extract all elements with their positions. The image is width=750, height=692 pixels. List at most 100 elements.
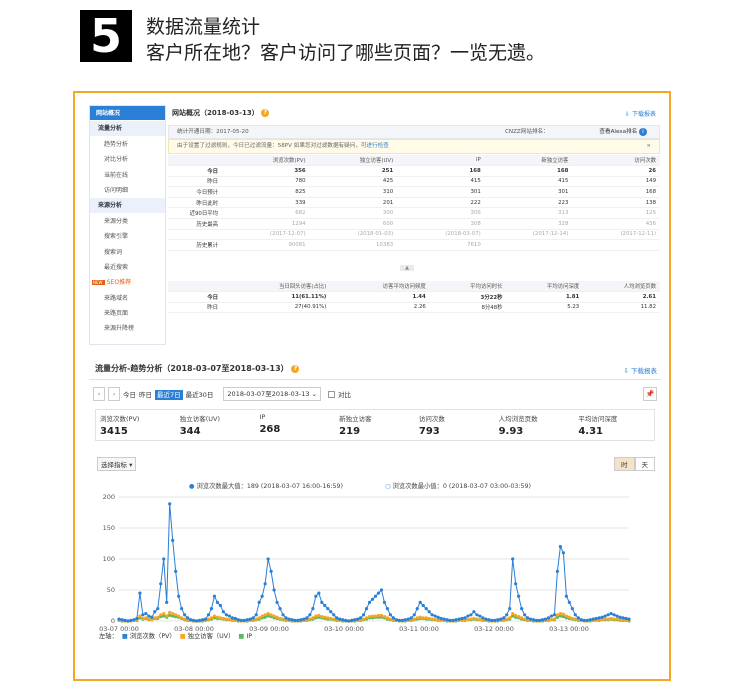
- data-point[interactable]: [212, 594, 217, 598]
- data-point[interactable]: [367, 600, 372, 604]
- data-point[interactable]: [150, 615, 154, 619]
- data-point[interactable]: [615, 617, 619, 621]
- data-point[interactable]: [370, 614, 375, 618]
- data-point[interactable]: [523, 617, 527, 621]
- data-point[interactable]: [475, 613, 479, 617]
- data-point[interactable]: [612, 613, 616, 617]
- quick-range-昨日[interactable]: 昨日: [139, 391, 152, 399]
- data-point[interactable]: [278, 616, 282, 621]
- sidebar-item-4[interactable]: 当前在线: [90, 168, 165, 183]
- data-point[interactable]: [194, 619, 199, 623]
- data-point[interactable]: [209, 607, 214, 611]
- data-point[interactable]: [591, 617, 595, 621]
- data-point[interactable]: [490, 618, 494, 622]
- data-point[interactable]: [141, 616, 145, 621]
- data-point[interactable]: [320, 600, 324, 604]
- data-point[interactable]: [421, 603, 425, 608]
- data-point[interactable]: [400, 618, 404, 622]
- data-point[interactable]: [147, 614, 151, 618]
- data-point[interactable]: [385, 616, 390, 620]
- data-point[interactable]: [355, 617, 360, 621]
- data-point[interactable]: [227, 618, 231, 622]
- data-point[interactable]: [293, 618, 297, 622]
- data-point[interactable]: [403, 618, 407, 622]
- data-point[interactable]: [472, 616, 476, 621]
- data-point[interactable]: [269, 569, 273, 573]
- data-point[interactable]: [275, 615, 279, 619]
- sidebar-item-7[interactable]: 来源分类: [90, 214, 165, 230]
- data-point[interactable]: [266, 611, 270, 616]
- data-point[interactable]: [469, 617, 473, 621]
- data-point[interactable]: [525, 616, 530, 620]
- data-point[interactable]: [206, 613, 211, 617]
- data-point[interactable]: [275, 600, 279, 604]
- data-point[interactable]: [299, 618, 303, 622]
- data-point[interactable]: [606, 617, 610, 621]
- data-point[interactable]: [493, 618, 497, 622]
- data-point[interactable]: [174, 613, 178, 617]
- data-point[interactable]: [564, 594, 568, 598]
- data-point[interactable]: [505, 617, 509, 621]
- data-point[interactable]: [263, 582, 267, 586]
- data-point[interactable]: [508, 607, 512, 611]
- data-point[interactable]: [603, 614, 607, 618]
- data-point[interactable]: [472, 610, 476, 614]
- data-point[interactable]: [546, 616, 551, 620]
- prev-icon[interactable]: ‹: [93, 387, 105, 401]
- data-point[interactable]: [165, 600, 169, 604]
- data-point[interactable]: [555, 569, 560, 573]
- data-point[interactable]: [558, 611, 563, 616]
- data-point[interactable]: [278, 607, 282, 611]
- data-point[interactable]: [540, 618, 545, 622]
- data-point[interactable]: [370, 597, 375, 601]
- data-point[interactable]: [180, 616, 184, 620]
- data-point[interactable]: [576, 616, 580, 620]
- data-point[interactable]: [427, 616, 431, 621]
- data-point[interactable]: [385, 607, 390, 611]
- data-point[interactable]: [454, 618, 458, 622]
- data-point[interactable]: [296, 618, 300, 622]
- data-point[interactable]: [424, 616, 428, 620]
- data-point[interactable]: [537, 618, 542, 622]
- data-point[interactable]: [344, 618, 348, 622]
- data-point[interactable]: [168, 502, 172, 506]
- data-point[interactable]: [254, 613, 258, 617]
- data-point[interactable]: [317, 591, 321, 595]
- data-point[interactable]: [615, 614, 619, 618]
- data-point[interactable]: [430, 617, 434, 621]
- notice-link[interactable]: 进行检查: [367, 143, 389, 149]
- data-point[interactable]: [132, 618, 136, 622]
- data-point[interactable]: [221, 610, 225, 614]
- data-point[interactable]: [191, 618, 196, 622]
- data-point[interactable]: [609, 616, 613, 621]
- data-point[interactable]: [144, 616, 148, 620]
- data-point[interactable]: [320, 615, 324, 619]
- data-point[interactable]: [227, 614, 231, 618]
- data-point[interactable]: [424, 607, 428, 611]
- data-point[interactable]: [269, 613, 273, 617]
- data-point[interactable]: [618, 615, 622, 619]
- data-point[interactable]: [233, 616, 237, 621]
- data-point[interactable]: [185, 616, 190, 620]
- data-point[interactable]: [326, 616, 330, 620]
- data-point[interactable]: [153, 616, 157, 620]
- data-point[interactable]: [415, 607, 419, 611]
- data-point[interactable]: [433, 614, 437, 618]
- data-point[interactable]: [215, 615, 220, 619]
- data-point[interactable]: [230, 616, 234, 620]
- data-point[interactable]: [376, 591, 381, 595]
- data-point[interactable]: [361, 617, 366, 621]
- data-point[interactable]: [329, 616, 333, 621]
- data-point[interactable]: [418, 600, 422, 604]
- data-point[interactable]: [561, 551, 565, 555]
- data-point[interactable]: [153, 610, 157, 614]
- data-point[interactable]: [245, 618, 249, 622]
- data-point[interactable]: [549, 618, 554, 622]
- data-point[interactable]: [409, 616, 413, 620]
- data-point[interactable]: [517, 594, 521, 598]
- data-point[interactable]: [624, 616, 628, 621]
- download-report-link[interactable]: ⇩ 下载报表: [625, 109, 656, 118]
- data-point[interactable]: [514, 582, 518, 586]
- data-point[interactable]: [332, 613, 336, 617]
- collapse-icon[interactable]: ▲: [400, 265, 414, 271]
